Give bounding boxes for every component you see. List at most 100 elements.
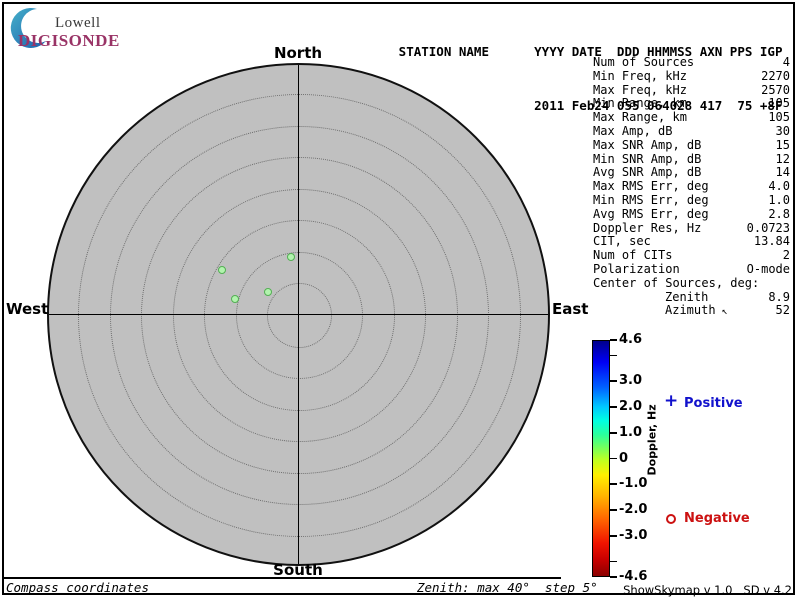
version-note: ShowSkymap v 1.0 SD v 4.2 bbox=[623, 583, 792, 597]
stats-panel: Num of Sources 4 Min Freq, kHz 2270 Max Freq… bbox=[593, 55, 790, 318]
stat-row: Zenith 8.9 bbox=[593, 289, 790, 305]
stat-label: Max Range, km bbox=[593, 110, 687, 125]
colorbar-tick-label: -3.0 bbox=[619, 527, 648, 543]
stat-value: 12 bbox=[775, 151, 790, 166]
stat-value: 105 bbox=[768, 110, 790, 125]
stat-row: Azimuth ↖ 52 bbox=[593, 304, 790, 318]
doppler-colorbar bbox=[592, 340, 610, 577]
coordinates-note: Compass coordinates bbox=[6, 580, 149, 595]
north-south-axis-line bbox=[297, 65, 300, 564]
negative-circle-icon bbox=[666, 514, 676, 524]
brand-lowell: Lowell bbox=[55, 15, 101, 31]
stat-row: Avg RMS Err, deg 2.8 bbox=[593, 206, 790, 222]
stat-value: 15 bbox=[775, 137, 790, 152]
stat-row: Min Range, km 105 bbox=[593, 97, 790, 111]
stat-value: O-mode bbox=[746, 261, 790, 276]
colorbar-tick bbox=[610, 576, 617, 578]
colorbar-tick-label: -4.6 bbox=[619, 569, 648, 584]
compass-label-north: North bbox=[273, 44, 323, 62]
stat-label: Max Amp, dB bbox=[593, 123, 673, 138]
stat-value: 2570 bbox=[761, 82, 790, 97]
stat-value: 52 bbox=[775, 303, 790, 318]
stat-label: Min Freq, kHz bbox=[593, 68, 687, 83]
stat-row: Max Freq, kHz 2570 bbox=[593, 82, 790, 98]
source-point bbox=[231, 295, 239, 303]
stat-value: 4.0 bbox=[768, 179, 790, 194]
stat-value: 2.8 bbox=[768, 206, 790, 221]
stat-row: Min RMS Err, deg 1.0 bbox=[593, 192, 790, 208]
stat-value: 2 bbox=[782, 248, 790, 263]
stat-row: Doppler Res, Hz 0.0723 bbox=[593, 220, 790, 236]
footer-divider bbox=[3, 577, 561, 579]
stat-row: Max Amp, dB 30 bbox=[593, 123, 790, 139]
colorbar-tick-label: 0 bbox=[619, 450, 629, 466]
stat-value: 0.0723 bbox=[746, 220, 790, 235]
zenith-scale-note: Zenith: max 40° step 5° bbox=[417, 580, 598, 595]
skymap-screen: Lowell DIGISONDE STATION NAME YYYY DATE … bbox=[0, 0, 800, 600]
stat-value: 105 bbox=[768, 96, 790, 111]
zenith-ring-35deg bbox=[78, 94, 521, 537]
compass-label-west: West bbox=[6, 300, 49, 318]
colorbar-tick bbox=[610, 560, 617, 563]
colorbar-tick bbox=[610, 339, 617, 341]
colorbar-tick bbox=[610, 354, 617, 357]
legend-positive-label: Positive bbox=[684, 396, 743, 411]
stat-label: Num of Sources bbox=[593, 55, 695, 69]
stat-label: Max Freq, kHz bbox=[593, 82, 687, 97]
source-point bbox=[218, 266, 226, 274]
stat-label: Avg RMS Err, deg bbox=[593, 206, 709, 221]
stat-row: Num of CITs 2 bbox=[593, 248, 790, 263]
stat-value: 13.84 bbox=[753, 234, 790, 249]
stat-row: Center of Sources, deg: bbox=[593, 275, 790, 291]
stat-row: Num of Sources 4 bbox=[593, 55, 790, 70]
stat-value: 4 bbox=[782, 55, 790, 69]
legend-negative-label: Negative bbox=[684, 511, 750, 526]
lowell-digisonde-logo: Lowell DIGISONDE bbox=[8, 6, 138, 50]
colorbar-tick-label: 3.0 bbox=[619, 373, 643, 389]
colorbar-tick bbox=[610, 431, 617, 434]
colorbar-tick-label: 2.0 bbox=[619, 398, 643, 414]
source-point bbox=[287, 253, 295, 261]
stat-row: Max SNR Amp, dB 15 bbox=[593, 137, 790, 153]
stat-label: Min SNR Amp, dB bbox=[593, 151, 702, 166]
compass-label-east: East bbox=[552, 300, 589, 318]
colorbar-tick bbox=[610, 534, 617, 537]
stat-row: Max RMS Err, deg 4.0 bbox=[593, 179, 790, 194]
stat-label: Max RMS Err, deg bbox=[593, 179, 709, 194]
stat-row: Min Freq, kHz 2270 bbox=[593, 68, 790, 84]
colorbar-tick bbox=[610, 483, 617, 486]
colorbar-tick bbox=[610, 509, 617, 511]
brand-digisonde: DIGISONDE bbox=[18, 31, 120, 50]
colorbar-tick-label: 4.6 bbox=[619, 332, 643, 347]
stat-label: Min Range, km bbox=[593, 96, 687, 111]
stat-label: Doppler Res, Hz bbox=[593, 220, 702, 235]
colorbar-tick-label: 1.0 bbox=[619, 424, 643, 440]
stat-value: 8.9 bbox=[768, 289, 790, 304]
stat-label: Azimuth ↖ bbox=[665, 303, 728, 318]
azimuth-arrow-icon: ↖ bbox=[715, 306, 728, 318]
stat-label: Polarization bbox=[593, 261, 680, 276]
stat-row: Polarization O-mode bbox=[593, 261, 790, 277]
stat-value: 30 bbox=[775, 123, 790, 138]
colorbar-tick bbox=[610, 457, 617, 460]
stat-label: Zenith bbox=[665, 289, 709, 304]
positive-plus-icon: + bbox=[664, 391, 679, 411]
colorbar-tick-label: -1.0 bbox=[619, 476, 648, 492]
colorbar-tick bbox=[610, 406, 617, 408]
stat-row: Max Range, km 105 bbox=[593, 110, 790, 125]
colorbar-tick bbox=[610, 380, 617, 382]
stat-value: 1.0 bbox=[768, 192, 790, 207]
stat-row: Min SNR Amp, dB 12 bbox=[593, 151, 790, 167]
stat-label: Center of Sources, deg: bbox=[593, 275, 760, 290]
stat-label: Max SNR Amp, dB bbox=[593, 137, 702, 152]
stat-value: 2270 bbox=[761, 68, 790, 83]
stat-label: CIT, sec bbox=[593, 234, 651, 249]
stat-label: Avg SNR Amp, dB bbox=[593, 165, 702, 180]
stat-label: Min RMS Err, deg bbox=[593, 192, 709, 207]
colorbar-tick-label: -2.0 bbox=[619, 502, 648, 518]
stat-row: CIT, sec 13.84 bbox=[593, 235, 790, 249]
stat-label: Num of CITs bbox=[593, 248, 673, 263]
source-point bbox=[264, 288, 272, 296]
stat-value: 14 bbox=[775, 165, 790, 180]
stat-row: Avg SNR Amp, dB 14 bbox=[593, 166, 790, 180]
